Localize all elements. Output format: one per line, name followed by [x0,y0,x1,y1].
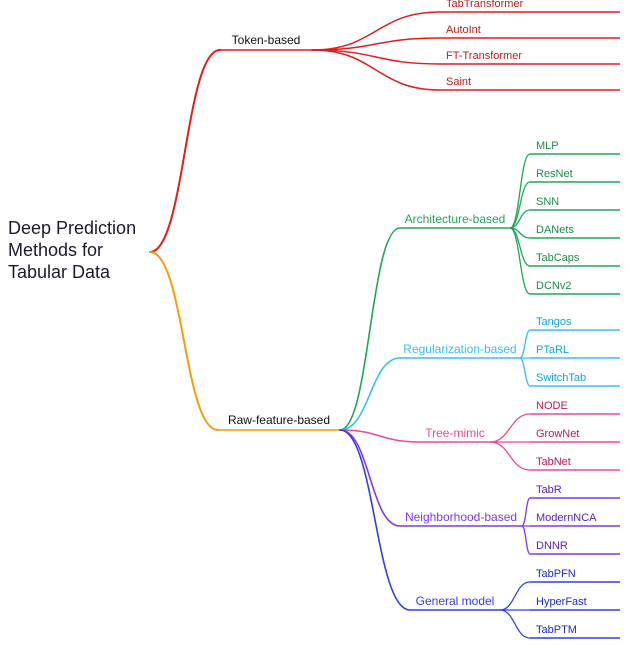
token-based-label: Token-based [232,33,301,47]
leaf-label-AutoInt: AutoInt [446,24,481,36]
leaf-label-SwitchTab: SwitchTab [536,372,586,384]
leaf-label-DCNv2: DCNv2 [536,280,571,292]
leaf-label-FT-Transformer: FT-Transformer [446,50,522,62]
leaf-label-ModernNCA: ModernNCA [536,512,597,524]
architecture-label: Architecture-based [405,212,506,226]
neighborhood-label: Neighborhood-based [405,510,517,524]
leaf-label-TabTransformer: TabTransformer [446,0,524,10]
leaf-label-TabNet: TabNet [536,456,571,468]
leaf-label-DANets: DANets [536,224,574,236]
regularization-label: Regularization-based [403,342,516,356]
leaf-label-HyperFast: HyperFast [536,596,587,608]
leaf-label-NODE: NODE [536,400,568,412]
root-title: Tabular Data [8,262,111,282]
leaf-label-TabCaps: TabCaps [536,252,580,264]
root-title: Deep Prediction [8,218,136,238]
raw-feature-label: Raw-feature-based [228,413,330,427]
leaf-label-TabPTM: TabPTM [536,624,577,636]
root-title: Methods for [8,240,103,260]
leaf-label-TabPFN: TabPFN [536,568,576,580]
general-model-label: General model [416,594,495,608]
leaf-label-DNNR: DNNR [536,540,568,552]
leaf-label-GrowNet: GrowNet [536,428,579,440]
leaf-label-MLP: MLP [536,140,559,152]
leaf-label-Tangos: Tangos [536,316,572,328]
leaf-label-ResNet: ResNet [536,168,573,180]
leaf-label-TabR: TabR [536,484,562,496]
mindmap-diagram: Deep PredictionMethods forTabular Data To… [0,0,640,656]
leaf-label-PTaRL: PTaRL [536,344,569,356]
tree-mimic-label: Tree-mimic [425,426,485,440]
leaf-label-SNN: SNN [536,196,559,208]
leaf-label-Saint: Saint [446,76,471,88]
